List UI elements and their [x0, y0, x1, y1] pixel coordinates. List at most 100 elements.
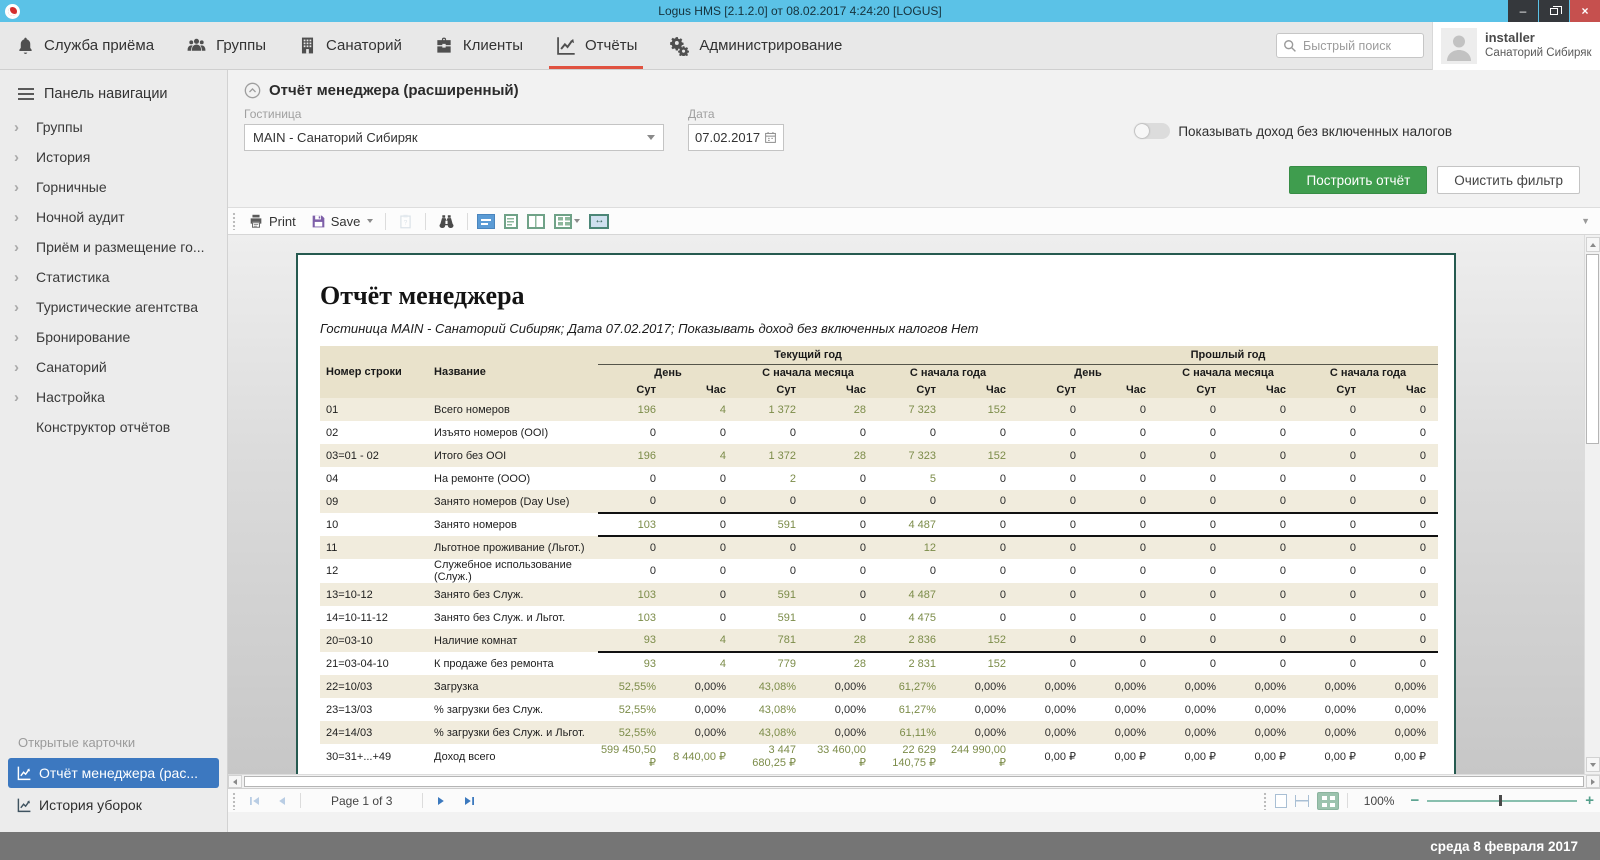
- status-date: среда 8 февраля 2017: [1430, 839, 1578, 854]
- open-card-0[interactable]: Отчёт менеджера (рас...: [8, 758, 219, 788]
- view-continuous-icon[interactable]: [504, 214, 518, 229]
- zoom-fit-width-icon[interactable]: [1295, 795, 1309, 807]
- vertical-scrollbar[interactable]: [1584, 235, 1600, 774]
- tax-toggle[interactable]: [1134, 123, 1170, 139]
- nav-item-4[interactable]: Отчёты: [539, 22, 653, 69]
- print-button[interactable]: Print: [245, 211, 299, 231]
- users-icon: [186, 35, 207, 56]
- find-button[interactable]: [435, 212, 458, 231]
- sidebar-item-3[interactable]: ›Ночной аудит: [0, 202, 227, 232]
- clipboard-button[interactable]: ?: [395, 212, 416, 231]
- sidebar-item-2[interactable]: ›Горничные: [0, 172, 227, 202]
- value-cell: 0: [1228, 583, 1298, 606]
- value-cell: 0: [1368, 398, 1438, 421]
- toolbar-overflow-icon[interactable]: ▼: [1581, 216, 1592, 226]
- col-unit-header: Сут: [598, 381, 668, 398]
- first-page-button[interactable]: [244, 792, 264, 810]
- value-cell: 0: [1088, 583, 1158, 606]
- close-button[interactable]: ×: [1570, 0, 1600, 22]
- sidebar-item-6[interactable]: ›Туристические агентства: [0, 292, 227, 322]
- vertical-scroll-thumb[interactable]: [1586, 254, 1599, 444]
- col-unit-header: Сут: [1018, 381, 1088, 398]
- row-name-cell: К продаже без ремонта: [430, 652, 598, 675]
- minimize-button[interactable]: –: [1508, 0, 1538, 22]
- value-cell: 0,00 ₽: [1228, 744, 1298, 769]
- view-two-pages-icon[interactable]: [527, 214, 545, 229]
- value-cell: 0: [1088, 398, 1158, 421]
- zoom-multi-page-icon[interactable]: [1317, 792, 1339, 810]
- sidebar-item-report-builder[interactable]: Конструктор отчётов: [0, 412, 227, 442]
- nav-item-3[interactable]: Клиенты: [418, 22, 539, 69]
- previous-page-button[interactable]: [272, 792, 292, 810]
- save-button[interactable]: Save: [308, 212, 377, 231]
- value-cell: 8 440,00 ₽: [668, 744, 738, 769]
- view-multi-page-caret[interactable]: [574, 219, 580, 223]
- value-cell: 0: [808, 606, 878, 629]
- value-cell: 0: [668, 421, 738, 444]
- value-cell: 103: [598, 606, 668, 629]
- sidebar-item-1[interactable]: ›История: [0, 142, 227, 172]
- scroll-left-button[interactable]: [228, 775, 242, 788]
- value-cell: 28: [808, 398, 878, 421]
- sidebar-item-5[interactable]: ›Статистика: [0, 262, 227, 292]
- value-cell: 0: [1018, 536, 1088, 559]
- zoom-single-page-icon[interactable]: [1275, 794, 1287, 808]
- value-cell: 0: [1158, 583, 1228, 606]
- value-cell: 0: [1298, 583, 1368, 606]
- zoom-in-button[interactable]: +: [1585, 793, 1594, 808]
- user-panel[interactable]: installer Санаторий Сибиряк: [1432, 22, 1600, 70]
- view-multi-page-icon[interactable]: [554, 214, 572, 229]
- chevron-right-icon: ›: [14, 359, 36, 376]
- horizontal-scrollbar[interactable]: [228, 774, 1600, 788]
- value-cell: 0: [1158, 536, 1228, 559]
- col-unit-header: Сут: [738, 381, 808, 398]
- row-number-cell: 12: [320, 559, 430, 583]
- build-report-button[interactable]: Построить отчёт: [1289, 166, 1427, 194]
- clear-filter-button[interactable]: Очистить фильтр: [1437, 166, 1580, 194]
- table-row: 09Занято номеров (Day Use)000000000000: [320, 490, 1438, 513]
- nav-item-0[interactable]: Служба приёма: [0, 22, 170, 69]
- value-cell: 0: [808, 513, 878, 536]
- search-input[interactable]: [1276, 33, 1424, 58]
- value-cell: 0: [1088, 421, 1158, 444]
- fit-width-icon[interactable]: ↔: [589, 214, 609, 229]
- value-cell: 591: [738, 606, 808, 629]
- scroll-down-button[interactable]: [1586, 757, 1600, 772]
- last-page-button[interactable]: [459, 792, 479, 810]
- nav-item-1[interactable]: Группы: [170, 22, 282, 69]
- main-nav: Служба приёмаГруппыСанаторийКлиентыОтчёт…: [0, 22, 858, 69]
- zoom-slider-handle[interactable]: [1499, 795, 1502, 806]
- sidebar-item-0[interactable]: ›Группы: [0, 112, 227, 142]
- zoom-grip[interactable]: [1263, 792, 1267, 810]
- sidebar-item-7[interactable]: ›Бронирование: [0, 322, 227, 352]
- restore-button[interactable]: [1539, 0, 1569, 22]
- date-input[interactable]: 07.02.2017: [688, 124, 784, 151]
- scroll-right-button[interactable]: [1586, 775, 1600, 788]
- scroll-up-button[interactable]: [1586, 237, 1600, 252]
- horizontal-scroll-thumb[interactable]: [244, 776, 1584, 787]
- collapse-icon[interactable]: [244, 82, 261, 99]
- toolbar-grip[interactable]: [232, 212, 236, 230]
- nav-item-5[interactable]: Администрирование: [653, 22, 858, 69]
- zoom-slider[interactable]: [1427, 795, 1577, 806]
- hamburger-icon: [18, 88, 34, 100]
- value-cell: 0: [1368, 583, 1438, 606]
- chevron-down-icon: [647, 135, 655, 140]
- nav-item-2[interactable]: Санаторий: [282, 22, 418, 69]
- open-card-1[interactable]: История уборок: [8, 790, 219, 820]
- table-row: 14=10-11-12Занято без Служ. и Льгот.1030…: [320, 606, 1438, 629]
- sidebar-item-4[interactable]: ›Приём и размещение го...: [0, 232, 227, 262]
- view-single-page-icon[interactable]: [477, 214, 495, 229]
- value-cell: 52,55%: [598, 675, 668, 698]
- sidebar-item-9[interactable]: ›Настройка: [0, 382, 227, 412]
- sidebar-item-8[interactable]: ›Санаторий: [0, 352, 227, 382]
- navigation-panel-header[interactable]: Панель навигации: [0, 70, 227, 112]
- pager-grip[interactable]: [232, 792, 236, 810]
- hotel-select[interactable]: MAIN - Санаторий Сибиряк: [244, 124, 664, 151]
- zoom-out-button[interactable]: −: [1410, 793, 1419, 808]
- chevron-right-icon: ›: [14, 269, 36, 286]
- next-page-button[interactable]: [431, 792, 451, 810]
- value-cell: 0,00%: [1228, 675, 1298, 698]
- report-table-head: Номер строкиНазваниеТекущий годПрошлый г…: [320, 346, 1438, 398]
- value-cell: 4: [668, 444, 738, 467]
